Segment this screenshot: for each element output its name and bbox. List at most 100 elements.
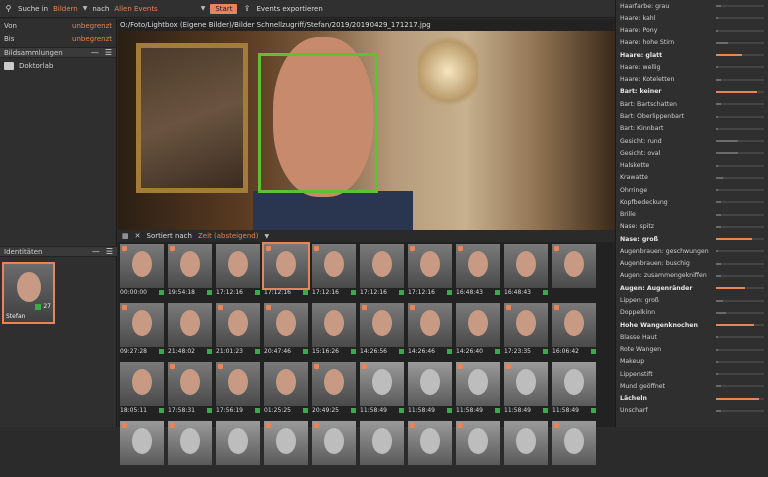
sort-dropdown[interactable]: Zeit (absteigend) xyxy=(198,232,258,240)
attribute-row[interactable]: Augenbrauen: geschwungen xyxy=(616,245,768,257)
attribute-row[interactable]: Makeup xyxy=(616,356,768,368)
attribute-row[interactable]: Bart: Bartschatten xyxy=(616,98,768,110)
attribute-row[interactable]: Haare: hohe Stirn xyxy=(616,37,768,49)
thumbnail[interactable] xyxy=(408,421,452,477)
attribute-row[interactable]: Unscharf xyxy=(616,405,768,417)
thumbnail[interactable]: 17:56:19 xyxy=(216,362,260,418)
thumbnail[interactable] xyxy=(552,421,596,477)
start-button[interactable]: Start xyxy=(210,3,238,14)
export-icon[interactable]: ⇪ xyxy=(242,4,251,13)
thumbnail[interactable]: 16:48:43 xyxy=(504,244,548,300)
attribute-row[interactable]: Doppelkinn xyxy=(616,307,768,319)
attribute-row[interactable]: Halskette xyxy=(616,159,768,171)
collection-item[interactable]: Doktorlab xyxy=(0,58,116,74)
attribute-row[interactable]: Lippen: groß xyxy=(616,294,768,306)
thumbnail[interactable] xyxy=(552,244,596,300)
face-detection-box[interactable] xyxy=(258,53,378,193)
thumbnail[interactable]: 09:27:28 xyxy=(120,303,164,359)
thumbnail[interactable]: 00:00:00 xyxy=(120,244,164,300)
thumbnail[interactable]: 01:25:25 xyxy=(264,362,308,418)
thumbnail[interactable]: 20:49:25 xyxy=(312,362,356,418)
thumbnail[interactable]: 17:12:16 xyxy=(262,242,310,300)
thumbnail[interactable]: 18:05:11 xyxy=(120,362,164,418)
identity-card[interactable]: 27 Stefan xyxy=(2,262,55,324)
close-icon[interactable]: ✕ xyxy=(135,232,141,240)
attribute-row[interactable]: Bart: Kinnbart xyxy=(616,123,768,135)
thumbnail[interactable]: 15:16:26 xyxy=(312,303,356,359)
thumbnail[interactable] xyxy=(168,421,212,477)
thumbnail[interactable]: 17:12:16 xyxy=(360,244,404,300)
thumbnail[interactable]: 17:12:16 xyxy=(408,244,452,300)
attribute-row[interactable]: Nase: groß xyxy=(616,233,768,245)
chevron-down-icon[interactable]: ▼ xyxy=(201,5,206,12)
chevron-down-icon[interactable]: ▼ xyxy=(83,5,88,12)
attribute-row[interactable]: Haare: Koteletten xyxy=(616,74,768,86)
attribute-row[interactable]: Augen: Augenränder xyxy=(616,282,768,294)
attribute-row[interactable]: Augenbrauen: buschig xyxy=(616,258,768,270)
attribute-row[interactable]: Krawatte xyxy=(616,172,768,184)
search-icon[interactable]: ⚲ xyxy=(4,4,13,13)
attribute-row[interactable]: Augen: zusammengekniffen xyxy=(616,270,768,282)
attribute-row[interactable]: Gesicht: oval xyxy=(616,147,768,159)
photo-preview[interactable] xyxy=(118,31,615,231)
attribute-row[interactable]: Brille xyxy=(616,209,768,221)
thumbnail[interactable]: 11:58:49 xyxy=(360,362,404,418)
menu-icon[interactable]: ☰ xyxy=(106,247,113,256)
attribute-row[interactable]: Haarfarbe: grau xyxy=(616,0,768,12)
thumbnail[interactable]: 14:26:46 xyxy=(408,303,452,359)
thumbnail[interactable]: 14:26:40 xyxy=(456,303,500,359)
date-from-row[interactable]: Von unbegrenzt xyxy=(0,19,116,32)
minimize-icon[interactable]: — xyxy=(91,48,99,57)
grid-view-icon[interactable]: ▦ xyxy=(122,232,129,240)
attribute-row[interactable]: Bart: keiner xyxy=(616,86,768,98)
attribute-row[interactable]: Haare: glatt xyxy=(616,49,768,61)
thumbnail[interactable] xyxy=(456,421,500,477)
thumbnail[interactable]: 11:58:49 xyxy=(456,362,500,418)
thumbnail[interactable] xyxy=(312,421,356,477)
thumbnail[interactable]: 16:48:43 xyxy=(456,244,500,300)
date-to-row[interactable]: Bis unbegrenzt xyxy=(0,32,116,45)
attribute-row[interactable]: Haare: kahl xyxy=(616,12,768,24)
thumbnail[interactable]: 17:12:16 xyxy=(216,244,260,300)
export-events-button[interactable]: Events exportieren xyxy=(256,5,322,13)
attribute-row[interactable]: Lächeln xyxy=(616,393,768,405)
attribute-row[interactable]: Rote Wangen xyxy=(616,343,768,355)
thumbnail[interactable] xyxy=(264,421,308,477)
thumbnail[interactable] xyxy=(120,421,164,477)
events-dropdown[interactable]: Allen Events xyxy=(114,5,157,13)
attribute-row[interactable]: Hohe Wangenknochen xyxy=(616,319,768,331)
attribute-row[interactable]: Nase: spitz xyxy=(616,221,768,233)
attribute-row[interactable]: Haare: Pony xyxy=(616,25,768,37)
attribute-row[interactable]: Lippenstift xyxy=(616,368,768,380)
thumbnail[interactable]: 11:58:49 xyxy=(552,362,596,418)
von-value[interactable]: unbegrenzt xyxy=(72,22,112,30)
thumbnail[interactable] xyxy=(216,421,260,477)
thumbnail[interactable]: 17:12:16 xyxy=(312,244,356,300)
attribute-bar-fill xyxy=(716,5,721,8)
attribute-row[interactable]: Mund geöffnet xyxy=(616,380,768,392)
attribute-row[interactable]: Kopfbedeckung xyxy=(616,196,768,208)
menu-icon[interactable]: ☰ xyxy=(105,48,112,57)
thumbnail[interactable]: 14:26:56 xyxy=(360,303,404,359)
thumbnail[interactable]: 11:58:49 xyxy=(408,362,452,418)
thumbnail[interactable] xyxy=(360,421,404,477)
thumbnail[interactable]: 17:58:31 xyxy=(168,362,212,418)
thumbnail[interactable]: 19:54:18 xyxy=(168,244,212,300)
bis-value[interactable]: unbegrenzt xyxy=(72,35,112,43)
search-in-dropdown[interactable]: Bildern xyxy=(53,5,78,13)
thumbnail[interactable]: 16:06:42 xyxy=(552,303,596,359)
attribute-row[interactable]: Haare: wellig xyxy=(616,61,768,73)
attribute-row[interactable]: Ohrringe xyxy=(616,184,768,196)
thumbnail[interactable]: 11:58:49 xyxy=(504,362,548,418)
attribute-row[interactable]: Gesicht: rund xyxy=(616,135,768,147)
thumbnail[interactable]: 20:47:46 xyxy=(264,303,308,359)
thumbnail[interactable] xyxy=(504,421,548,477)
minimize-icon[interactable]: — xyxy=(92,247,100,256)
attribute-row[interactable]: Blasse Haut xyxy=(616,331,768,343)
attribute-row[interactable]: Bart: Oberlippenbart xyxy=(616,110,768,122)
thumbnail[interactable]: 21:01:23 xyxy=(216,303,260,359)
chevron-down-icon[interactable]: ▼ xyxy=(264,233,269,240)
thumbnail-image xyxy=(360,421,404,465)
thumbnail[interactable]: 21:48:02 xyxy=(168,303,212,359)
thumbnail[interactable]: 17:23:35 xyxy=(504,303,548,359)
